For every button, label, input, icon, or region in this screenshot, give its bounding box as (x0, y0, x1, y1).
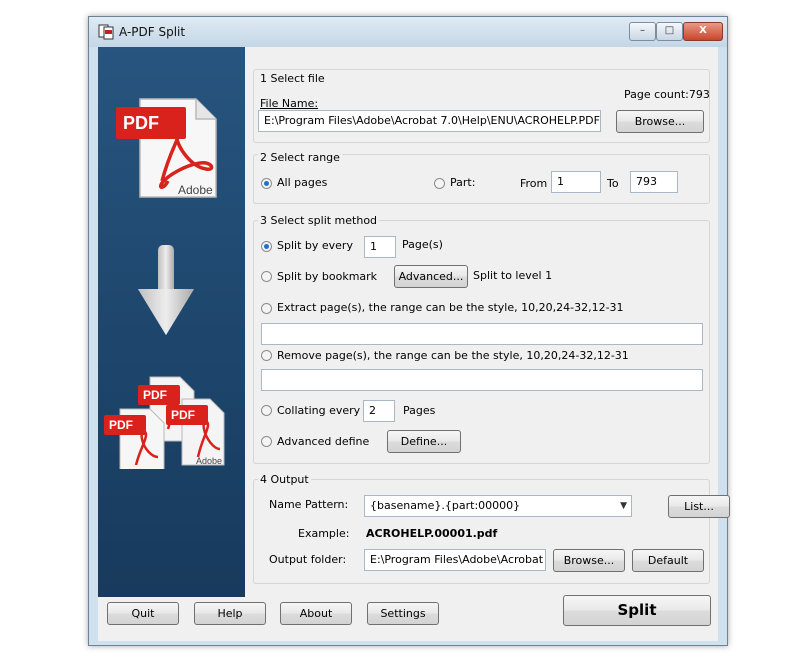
from-label: From (520, 177, 548, 190)
output-folder-label: Output folder: (269, 553, 347, 566)
example-value: ACROHELP.00001.pdf (366, 527, 498, 540)
footer-bar: Quit Help About Settings Split (98, 595, 718, 641)
pdf-badge-label-2: PDF (171, 408, 195, 422)
extract-label: Extract page(s), the range can be the st… (277, 301, 624, 314)
remove-label: Remove page(s), the range can be the sty… (277, 349, 629, 362)
select-file-title: 1 Select file (258, 72, 327, 85)
default-button[interactable]: Default (632, 549, 704, 572)
bookmark-radio[interactable] (261, 271, 272, 282)
collating-radio[interactable] (261, 405, 272, 416)
chevron-down-icon[interactable]: ▼ (620, 496, 627, 516)
output-folder-input[interactable]: E:\Program Files\Adobe\Acrobat 7.0\ (364, 549, 546, 571)
adobe-label: Adobe (178, 183, 213, 197)
browse-file-button[interactable]: Browse... (616, 110, 704, 133)
client-area: PDF Adobe PDF PDF PDF Adobe 1 Select fil… (98, 47, 730, 597)
window-title: A-PDF Split (119, 25, 186, 39)
minimize-button[interactable]: – (629, 22, 656, 41)
page-count-label: Page count:793 (624, 88, 710, 101)
all-pages-radio[interactable] (261, 178, 272, 189)
name-pattern-label: Name Pattern: (269, 498, 349, 511)
extract-input[interactable] (261, 323, 703, 345)
adobe-label-small: Adobe (196, 456, 223, 466)
split-every-label: Split by every (277, 239, 353, 252)
from-input[interactable]: 1 (551, 171, 601, 193)
output-title: 4 Output (258, 473, 311, 486)
part-label: Part: (450, 176, 476, 189)
file-path-input[interactable]: E:\Program Files\Adobe\Acrobat 7.0\Help\… (258, 110, 601, 132)
split-every-input[interactable]: 1 (364, 236, 396, 258)
remove-input[interactable] (261, 369, 703, 391)
advanced-define-label: Advanced define (277, 435, 370, 448)
remove-radio[interactable] (261, 350, 272, 361)
to-input[interactable]: 793 (630, 171, 678, 193)
browse-output-button[interactable]: Browse... (553, 549, 625, 572)
quit-button[interactable]: Quit (107, 602, 179, 625)
arrow-down-icon (138, 245, 194, 335)
part-radio[interactable] (434, 178, 445, 189)
title-bar[interactable]: A-PDF Split – □ X (89, 17, 727, 47)
split-level-label: Split to level 1 (473, 269, 553, 282)
collating-input[interactable]: 2 (363, 400, 395, 422)
file-name-label: File Name: (260, 97, 319, 110)
bookmark-label: Split by bookmark (277, 270, 378, 283)
app-window: A-PDF Split – □ X PDF Adobe PDF PDF PDF … (88, 16, 730, 646)
pdf-badge-label: PDF (123, 113, 159, 133)
collating-pages-label: Pages (403, 404, 436, 417)
define-button[interactable]: Define... (387, 430, 461, 453)
name-pattern-select[interactable]: {basename}.{part:00000} ▼ (364, 495, 632, 517)
extract-radio[interactable] (261, 303, 272, 314)
about-button[interactable]: About (280, 602, 352, 625)
help-button[interactable]: Help (194, 602, 266, 625)
split-method-title: 3 Select split method (258, 214, 380, 227)
advanced-define-radio[interactable] (261, 436, 272, 447)
maximize-button[interactable]: □ (656, 22, 683, 41)
all-pages-label: All pages (277, 176, 328, 189)
pdf-badge-label-1: PDF (143, 388, 167, 402)
settings-button[interactable]: Settings (367, 602, 439, 625)
advanced-button[interactable]: Advanced... (394, 265, 468, 288)
name-pattern-value: {basename}.{part:00000} (370, 499, 521, 512)
to-label: To (607, 177, 619, 190)
example-label: Example: (298, 527, 350, 540)
list-button[interactable]: List... (668, 495, 730, 518)
collating-label: Collating every (277, 404, 361, 417)
split-every-radio[interactable] (261, 241, 272, 252)
page-s-label: Page(s) (402, 238, 443, 251)
split-button[interactable]: Split (563, 595, 711, 626)
close-button[interactable]: X (683, 22, 723, 41)
sidebar-illustration: PDF Adobe PDF PDF PDF Adobe (98, 47, 245, 597)
select-range-title: 2 Select range (258, 151, 342, 164)
app-icon (98, 24, 114, 40)
pdf-badge-label-3: PDF (109, 418, 133, 432)
